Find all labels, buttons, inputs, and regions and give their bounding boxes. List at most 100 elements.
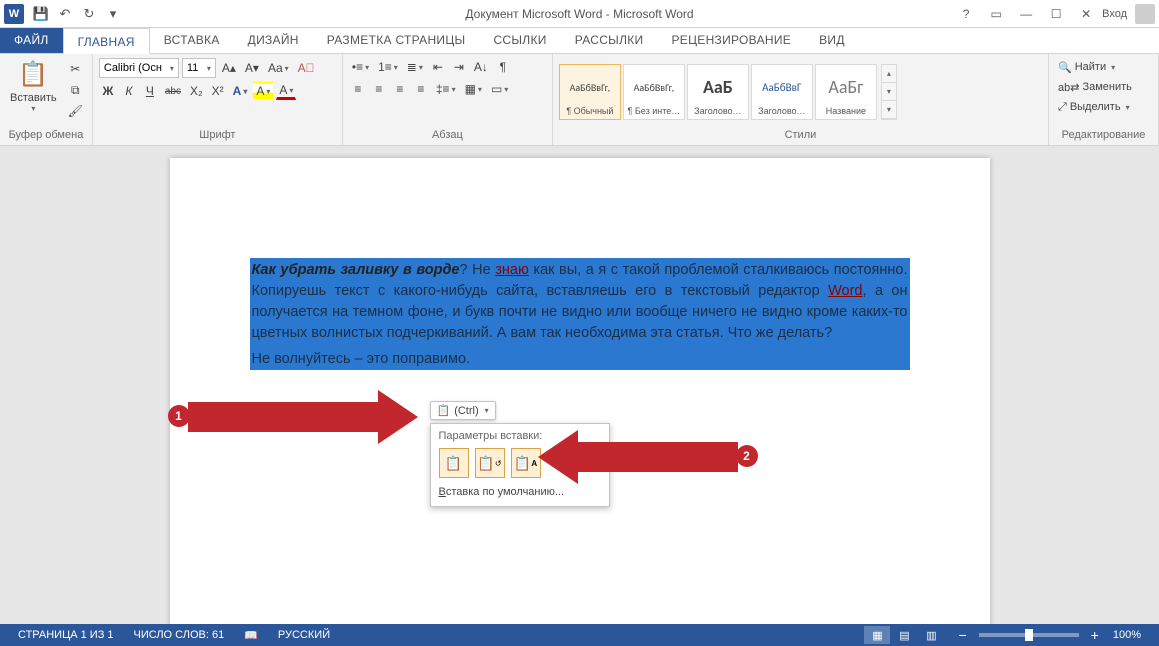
- tab-references[interactable]: ССЫЛКИ: [479, 27, 560, 53]
- styles-scroll-up[interactable]: ▴: [882, 65, 896, 83]
- clear-format-icon[interactable]: A⃠: [295, 59, 318, 77]
- close-icon[interactable]: ✕: [1072, 4, 1100, 24]
- login-link[interactable]: Вход: [1102, 8, 1127, 20]
- paste-button[interactable]: 📋 Вставить ▾: [6, 56, 61, 115]
- maximize-icon[interactable]: ☐: [1042, 4, 1070, 24]
- italic-button[interactable]: К: [120, 82, 138, 100]
- multilevel-icon[interactable]: ≣▾: [404, 58, 426, 76]
- styles-expand[interactable]: ▾: [882, 101, 896, 119]
- link-znayu[interactable]: знаю: [495, 262, 529, 278]
- status-word-count[interactable]: ЧИСЛО СЛОВ: 61: [124, 629, 235, 641]
- tab-design[interactable]: ДИЗАЙН: [234, 27, 313, 53]
- format-painter-icon[interactable]: 🖌: [65, 102, 86, 120]
- tab-mailings[interactable]: РАССЫЛКИ: [561, 27, 658, 53]
- increase-indent-icon[interactable]: ⇥: [450, 58, 468, 76]
- zoom-thumb[interactable]: [1025, 629, 1033, 641]
- group-clipboard: 📋 Вставить ▾ ✂ ⧉ 🖌 Буфер обмена: [0, 54, 93, 145]
- align-right-icon[interactable]: ≡: [391, 80, 409, 98]
- link-word[interactable]: Word: [828, 283, 862, 299]
- view-read-mode-icon[interactable]: ▤: [891, 626, 917, 644]
- group-font: Calibri (Осн▾ 11▾ A▴ A▾ Aa▾ A⃠ Ж К Ч abc…: [93, 54, 343, 145]
- font-color-icon[interactable]: A▾: [276, 82, 296, 100]
- paste-text-only-icon[interactable]: 📋A: [511, 448, 541, 478]
- style-item-0[interactable]: АаБбВвГг,¶ Обычный: [559, 64, 621, 120]
- redo-icon[interactable]: ↻: [80, 5, 98, 23]
- group-styles: АаБбВвГг,¶ ОбычныйАаБбВвГг,¶ Без инте…Аа…: [553, 54, 1049, 145]
- user-avatar[interactable]: [1135, 4, 1155, 24]
- paste-keep-source-icon[interactable]: 📋: [439, 448, 469, 478]
- styles-scroll[interactable]: ▴ ▾ ▾: [881, 64, 897, 120]
- ribbon: 📋 Вставить ▾ ✂ ⧉ 🖌 Буфер обмена Calibri …: [0, 54, 1159, 146]
- shading-icon[interactable]: ▦▾: [462, 80, 485, 98]
- font-size-combo[interactable]: 11▾: [182, 58, 216, 78]
- copy-icon[interactable]: ⧉: [65, 81, 86, 99]
- sort-icon[interactable]: A↓: [471, 58, 491, 76]
- tab-review[interactable]: РЕЦЕНЗИРОВАНИЕ: [657, 27, 805, 53]
- undo-icon[interactable]: ↶: [56, 5, 74, 23]
- text-effects-icon[interactable]: A▾: [230, 82, 251, 100]
- grow-font-icon[interactable]: A▴: [219, 59, 239, 77]
- zoom-out-button[interactable]: −: [954, 627, 970, 643]
- align-center-icon[interactable]: ≡: [370, 80, 388, 98]
- align-left-icon[interactable]: ≡: [349, 80, 367, 98]
- shrink-font-icon[interactable]: A▾: [242, 59, 262, 77]
- tab-home[interactable]: ГЛАВНАЯ: [63, 28, 150, 54]
- styles-gallery: АаБбВвГг,¶ ОбычныйАаБбВвГг,¶ Без инте…Аа…: [559, 64, 877, 120]
- cut-icon[interactable]: ✂: [65, 60, 86, 78]
- save-icon[interactable]: 💾: [32, 5, 50, 23]
- view-print-layout-icon[interactable]: ▦: [864, 626, 890, 644]
- subscript-button[interactable]: X₂: [187, 82, 206, 100]
- select-button[interactable]: ⤢Выделить▾: [1055, 98, 1133, 116]
- replace-button[interactable]: ab⇄Заменить: [1055, 78, 1135, 96]
- selected-text-block[interactable]: Как убрать заливку в ворде? Не знаю как …: [250, 258, 910, 370]
- page[interactable]: Как убрать заливку в ворде? Не знаю как …: [170, 158, 990, 624]
- style-item-1[interactable]: АаБбВвГг,¶ Без инте…: [623, 64, 685, 120]
- group-label-font: Шрифт: [99, 128, 336, 144]
- document-area: Как убрать заливку в ворде? Не знаю как …: [0, 146, 1159, 624]
- tab-view[interactable]: ВИД: [805, 27, 859, 53]
- borders-icon[interactable]: ▭▾: [488, 80, 511, 98]
- status-page[interactable]: СТРАНИЦА 1 ИЗ 1: [8, 629, 124, 641]
- justify-icon[interactable]: ≡: [412, 80, 430, 98]
- view-web-layout-icon[interactable]: ▥: [918, 626, 944, 644]
- find-button[interactable]: 🔍Найти▾: [1055, 58, 1118, 76]
- line-spacing-icon[interactable]: ‡≡▾: [433, 80, 459, 98]
- select-icon: ⤢: [1058, 101, 1067, 114]
- tab-file[interactable]: ФАЙЛ: [0, 27, 63, 53]
- word-app-icon: W: [4, 4, 24, 24]
- paste-options-pill[interactable]: 📋 (Ctrl) ▾: [430, 401, 496, 420]
- status-proofing-icon[interactable]: 📖: [234, 629, 268, 642]
- tab-insert[interactable]: ВСТАВКА: [150, 27, 234, 53]
- paste-default-link[interactable]: ВВставка по умолчанию...ставка по умолча…: [439, 486, 601, 498]
- decrease-indent-icon[interactable]: ⇤: [429, 58, 447, 76]
- help-icon[interactable]: ?: [952, 4, 980, 24]
- style-item-3[interactable]: АаБбВвГЗаголово…: [751, 64, 813, 120]
- ribbon-tabs: ФАЙЛ ГЛАВНАЯ ВСТАВКА ДИЗАЙН РАЗМЕТКА СТР…: [0, 28, 1159, 54]
- change-case-icon[interactable]: Aa▾: [265, 59, 292, 77]
- underline-button[interactable]: Ч: [141, 82, 159, 100]
- styles-scroll-down[interactable]: ▾: [882, 83, 896, 101]
- bullets-icon[interactable]: •≡▾: [349, 58, 372, 76]
- bold-button[interactable]: Ж: [99, 82, 117, 100]
- paste-merge-icon[interactable]: 📋↺: [475, 448, 505, 478]
- status-language[interactable]: РУССКИЙ: [268, 629, 340, 641]
- callout-badge-1: 1: [168, 405, 190, 427]
- style-item-4[interactable]: АаБгНазвание: [815, 64, 877, 120]
- paste-pill-label: (Ctrl): [454, 405, 478, 417]
- superscript-button[interactable]: X²: [209, 82, 227, 100]
- tab-layout[interactable]: РАЗМЕТКА СТРАНИЦЫ: [313, 27, 480, 53]
- replace-icon: ab⇄: [1058, 81, 1079, 94]
- zoom-in-button[interactable]: +: [1087, 627, 1103, 643]
- zoom-level[interactable]: 100%: [1103, 629, 1151, 641]
- font-name-combo[interactable]: Calibri (Осн▾: [99, 58, 179, 78]
- zoom-slider[interactable]: [979, 633, 1079, 637]
- ribbon-display-icon[interactable]: ▭: [982, 4, 1010, 24]
- show-marks-icon[interactable]: ¶: [494, 58, 512, 76]
- strike-button[interactable]: abc: [162, 82, 184, 100]
- highlight-icon[interactable]: A▾: [253, 82, 273, 100]
- minimize-icon[interactable]: —: [1012, 4, 1040, 24]
- title-bar: W 💾 ↶ ↻ ▾ Документ Microsoft Word - Micr…: [0, 0, 1159, 28]
- numbering-icon[interactable]: 1≡▾: [375, 58, 401, 76]
- qat-customize-icon[interactable]: ▾: [104, 5, 122, 23]
- style-item-2[interactable]: АаБЗаголово…: [687, 64, 749, 120]
